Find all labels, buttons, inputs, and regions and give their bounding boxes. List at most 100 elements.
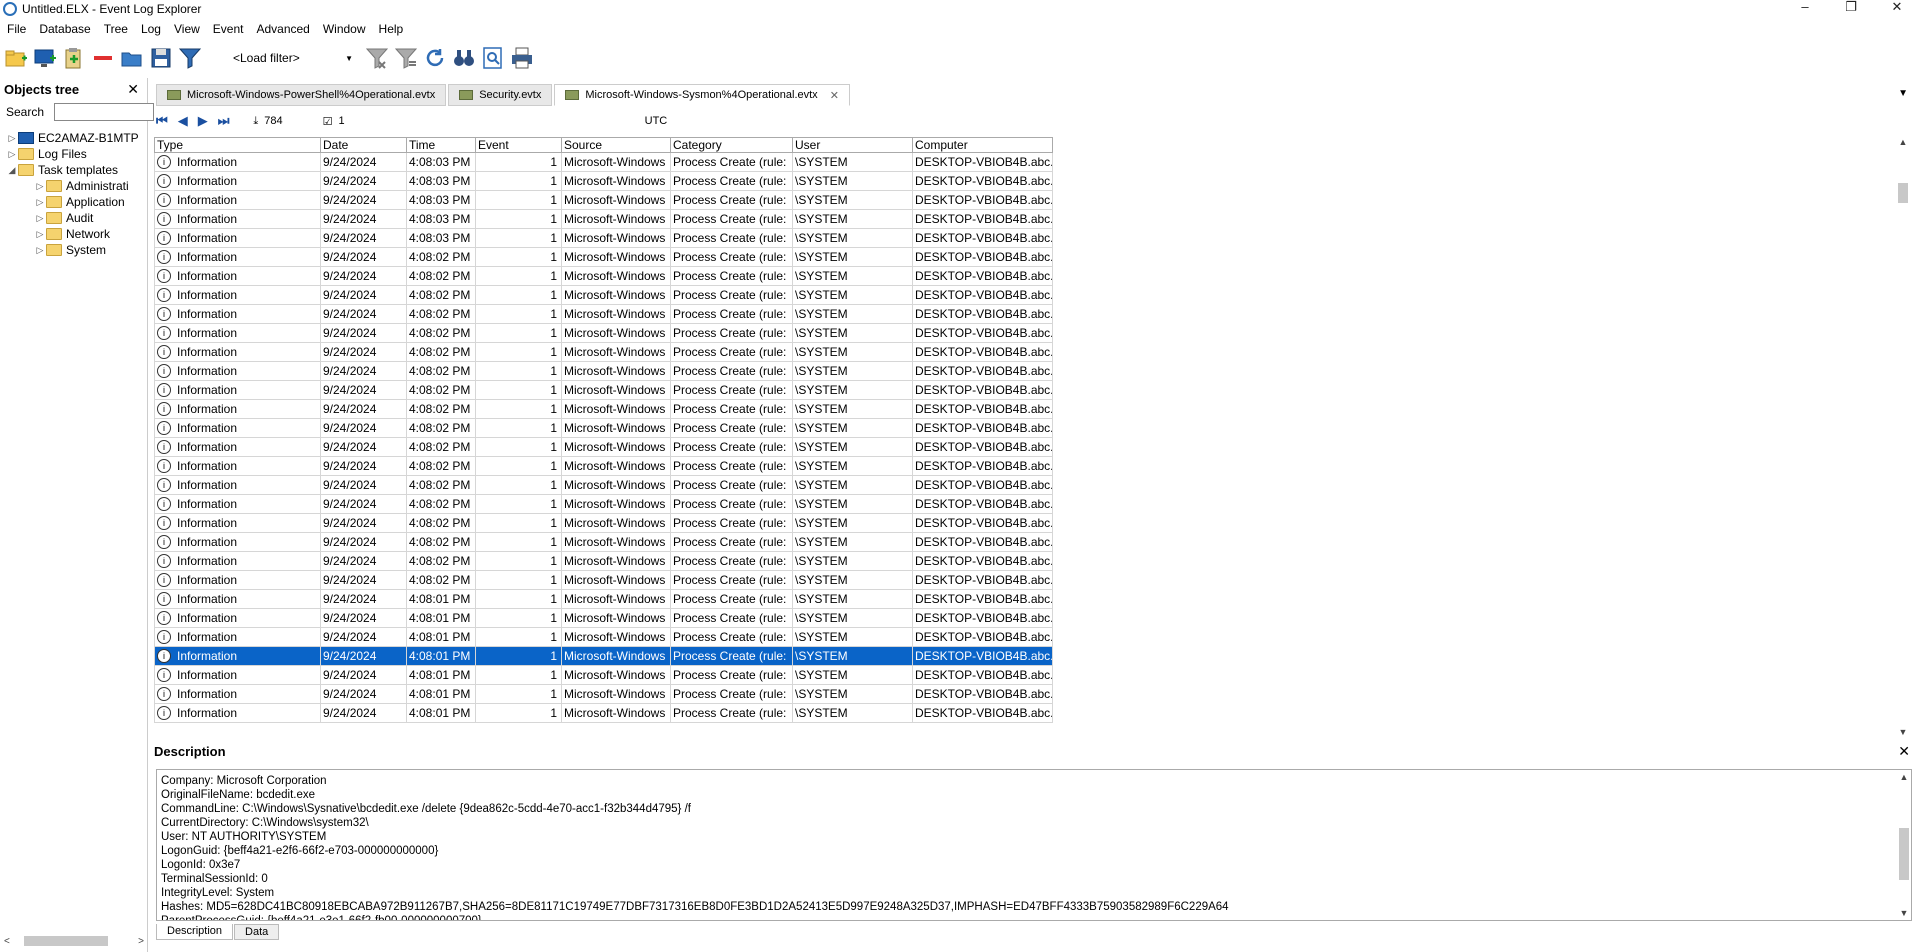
restore-button[interactable]: ❐ bbox=[1828, 0, 1874, 17]
menu-advanced[interactable]: Advanced bbox=[249, 22, 315, 36]
scroll-down-icon[interactable]: ▼ bbox=[1897, 906, 1911, 920]
description-scrollbar[interactable]: ▲ ▼ bbox=[1897, 770, 1911, 920]
table-row[interactable]: i Information 9/24/2024 4:08:02 PM 1 Microsof… bbox=[154, 361, 1053, 381]
close-button[interactable]: ✕ bbox=[1874, 0, 1920, 17]
menu-file[interactable]: File bbox=[0, 22, 32, 36]
tree-node-network[interactable]: ▷ Network bbox=[0, 226, 147, 242]
table-row[interactable]: i Information 9/24/2024 4:08:02 PM 1 Microsof… bbox=[154, 266, 1053, 286]
scroll-down-icon[interactable]: ▼ bbox=[1896, 727, 1910, 737]
expand-arrow-icon[interactable]: ▷ bbox=[34, 229, 46, 240]
open-button[interactable] bbox=[119, 45, 145, 71]
tabs-dropdown-icon[interactable]: ▼ bbox=[1898, 88, 1908, 99]
tab-powershell-log[interactable]: Microsoft-Windows-PowerShell%4Operationa… bbox=[156, 84, 447, 106]
filter-button[interactable] bbox=[177, 45, 203, 71]
scroll-up-icon[interactable]: ▲ bbox=[1897, 770, 1911, 784]
table-row[interactable]: i Information 9/24/2024 4:08:02 PM 1 Microsof… bbox=[154, 551, 1053, 571]
table-row[interactable]: i Information 9/24/2024 4:08:03 PM 1 Microsof… bbox=[154, 228, 1053, 248]
column-header-event[interactable]: Event bbox=[475, 137, 562, 153]
expand-arrow-icon[interactable]: ▷ bbox=[34, 245, 46, 256]
quick-filter-button[interactable] bbox=[393, 45, 419, 71]
table-row[interactable]: i Information 9/24/2024 4:08:01 PM 1 Microsof… bbox=[154, 684, 1053, 704]
table-row[interactable]: i Information 9/24/2024 4:08:03 PM 1 Microsof… bbox=[154, 209, 1053, 229]
table-row[interactable]: i Information 9/24/2024 4:08:02 PM 1 Microsof… bbox=[154, 532, 1053, 552]
tab-security-log[interactable]: Security.evtx bbox=[448, 84, 553, 106]
table-row[interactable]: i Information 9/24/2024 4:08:01 PM 1 Microsof… bbox=[154, 703, 1053, 723]
minimize-button[interactable]: – bbox=[1782, 0, 1828, 17]
add-computer-button[interactable] bbox=[32, 45, 58, 71]
menu-window[interactable]: Window bbox=[316, 22, 372, 36]
table-row[interactable]: i Information 9/24/2024 4:08:02 PM 1 Microsof… bbox=[154, 570, 1053, 590]
table-row[interactable]: i Information 9/24/2024 4:08:03 PM 1 Microsof… bbox=[154, 171, 1053, 191]
tree-node-task-templates[interactable]: ◢ Task templates bbox=[0, 162, 147, 178]
tree-node-application[interactable]: ▷ Application bbox=[0, 194, 147, 210]
previous-page-icon[interactable]: ◀ bbox=[178, 113, 188, 129]
tab-data[interactable]: Data bbox=[234, 924, 280, 940]
menu-view[interactable]: View bbox=[167, 22, 206, 36]
column-header-date[interactable]: Date bbox=[320, 137, 407, 153]
new-folder-button[interactable] bbox=[3, 45, 29, 71]
table-row[interactable]: i Information 9/24/2024 4:08:02 PM 1 Microsof… bbox=[154, 304, 1053, 324]
table-vertical-scrollbar[interactable]: ▲ ▼ bbox=[1896, 137, 1910, 737]
tree-node-system[interactable]: ▷ System bbox=[0, 242, 147, 258]
table-row[interactable]: i Information 9/24/2024 4:08:02 PM 1 Microsof… bbox=[154, 399, 1053, 419]
close-icon[interactable]: ✕ bbox=[1898, 743, 1910, 760]
menu-event[interactable]: Event bbox=[206, 22, 250, 36]
scroll-up-icon[interactable]: ▲ bbox=[1896, 137, 1910, 147]
first-page-icon[interactable]: ⏮ bbox=[156, 113, 168, 129]
tab-description[interactable]: Description bbox=[156, 924, 234, 940]
table-row[interactable]: i Information 9/24/2024 4:08:01 PM 1 Microsof… bbox=[154, 589, 1053, 609]
table-row[interactable]: i Information 9/24/2024 4:08:01 PM 1 Microsof… bbox=[154, 608, 1053, 628]
table-row[interactable]: i Information 9/24/2024 4:08:01 PM 1 Microsof… bbox=[154, 627, 1053, 647]
menu-log[interactable]: Log bbox=[134, 22, 167, 36]
tree-node-administrative[interactable]: ▷ Administrati bbox=[0, 178, 147, 194]
save-button[interactable] bbox=[148, 45, 174, 71]
menu-tree[interactable]: Tree bbox=[97, 22, 134, 36]
print-button[interactable] bbox=[509, 45, 535, 71]
table-row[interactable]: i Information 9/24/2024 4:08:01 PM 1 Microsof… bbox=[154, 646, 1053, 666]
table-row[interactable]: i Information 9/24/2024 4:08:02 PM 1 Microsof… bbox=[154, 494, 1053, 514]
tree-search-input[interactable] bbox=[54, 103, 155, 121]
scroll-thumb[interactable] bbox=[1898, 183, 1908, 203]
last-page-icon[interactable]: ⏭ bbox=[218, 113, 230, 129]
scroll-thumb[interactable] bbox=[23, 936, 108, 946]
table-row[interactable]: i Information 9/24/2024 4:08:01 PM 1 Microsof… bbox=[154, 665, 1053, 685]
expand-arrow-icon[interactable]: ▷ bbox=[6, 133, 18, 144]
column-header-user[interactable]: User bbox=[792, 137, 913, 153]
table-row[interactable]: i Information 9/24/2024 4:08:02 PM 1 Microsof… bbox=[154, 437, 1053, 457]
tab-sysmon-log[interactable]: Microsoft-Windows-Sysmon%4Operational.ev… bbox=[554, 84, 850, 106]
remove-button[interactable] bbox=[90, 45, 116, 71]
tree-node-computer[interactable]: ▷ EC2AMAZ-B1MTP bbox=[0, 130, 147, 146]
find-button[interactable] bbox=[451, 45, 477, 71]
column-header-source[interactable]: Source bbox=[561, 137, 671, 153]
tree-node-log-files[interactable]: ▷ Log Files bbox=[0, 146, 147, 162]
column-header-computer[interactable]: Computer bbox=[912, 137, 1053, 153]
table-row[interactable]: i Information 9/24/2024 4:08:02 PM 1 Microsof… bbox=[154, 342, 1053, 362]
table-row[interactable]: i Information 9/24/2024 4:08:03 PM 1 Microsof… bbox=[154, 190, 1053, 210]
add-log-button[interactable] bbox=[61, 45, 87, 71]
table-row[interactable]: i Information 9/24/2024 4:08:02 PM 1 Microsof… bbox=[154, 418, 1053, 438]
column-header-category[interactable]: Category bbox=[670, 137, 793, 153]
load-filter-dropdown[interactable]: <Load filter> ▼ bbox=[233, 51, 353, 65]
column-header-type[interactable]: Type bbox=[154, 137, 321, 153]
tree-horizontal-scrollbar[interactable]: < > bbox=[4, 934, 144, 948]
refresh-button[interactable] bbox=[422, 45, 448, 71]
menu-help[interactable]: Help bbox=[372, 22, 410, 36]
table-row[interactable]: i Information 9/24/2024 4:08:02 PM 1 Microsof… bbox=[154, 475, 1053, 495]
next-page-icon[interactable]: ▶ bbox=[198, 113, 208, 129]
tree-node-audit[interactable]: ▷ Audit bbox=[0, 210, 147, 226]
scroll-left-icon[interactable]: < bbox=[4, 936, 10, 947]
table-row[interactable]: i Information 9/24/2024 4:08:02 PM 1 Microsof… bbox=[154, 285, 1053, 305]
table-row[interactable]: i Information 9/24/2024 4:08:02 PM 1 Microsof… bbox=[154, 247, 1053, 267]
table-row[interactable]: i Information 9/24/2024 4:08:02 PM 1 Microsof… bbox=[154, 380, 1053, 400]
table-row[interactable]: i Information 9/24/2024 4:08:02 PM 1 Microsof… bbox=[154, 513, 1053, 533]
table-row[interactable]: i Information 9/24/2024 4:08:02 PM 1 Microsof… bbox=[154, 323, 1053, 343]
collapse-arrow-icon[interactable]: ◢ bbox=[6, 165, 18, 176]
table-row[interactable]: i Information 9/24/2024 4:08:02 PM 1 Microsof… bbox=[154, 456, 1053, 476]
clear-filter-button[interactable] bbox=[364, 45, 390, 71]
expand-arrow-icon[interactable]: ▷ bbox=[34, 197, 46, 208]
table-row[interactable]: i Information 9/24/2024 4:08:03 PM 1 Microsof… bbox=[154, 152, 1053, 172]
expand-arrow-icon[interactable]: ▷ bbox=[34, 213, 46, 224]
expand-arrow-icon[interactable]: ▷ bbox=[34, 181, 46, 192]
find-document-button[interactable] bbox=[480, 45, 506, 71]
scroll-right-icon[interactable]: > bbox=[138, 936, 144, 947]
